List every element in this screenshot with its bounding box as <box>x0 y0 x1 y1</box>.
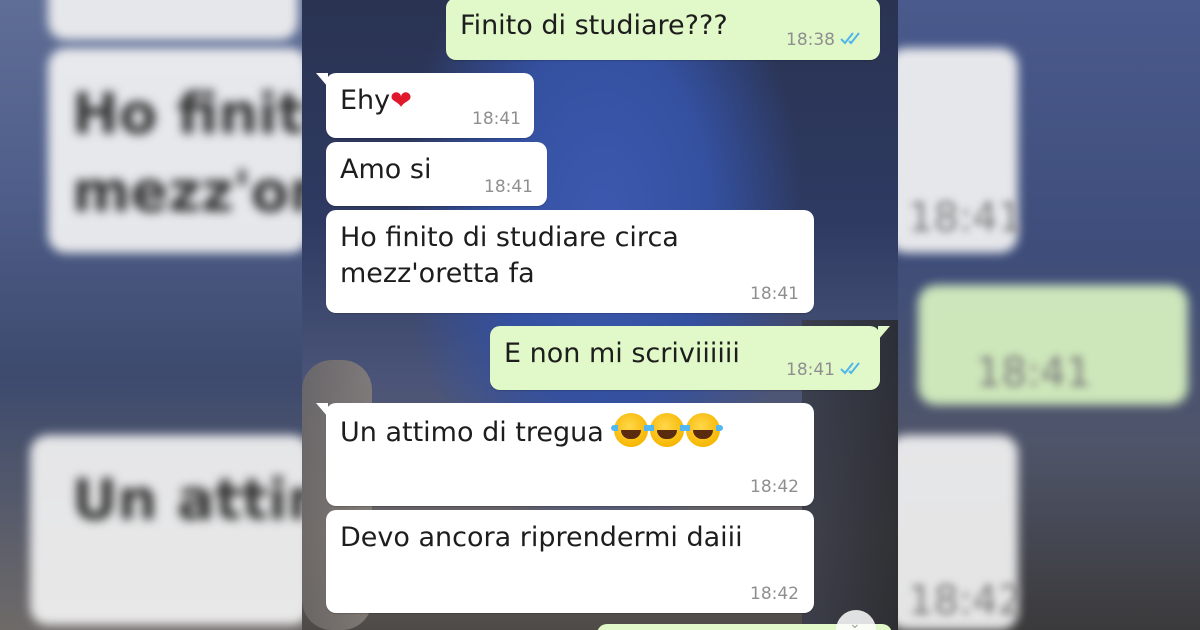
blurred-bubble <box>48 0 298 40</box>
message-time: 18:41 <box>472 109 521 129</box>
message-time: 18:41 <box>786 360 835 380</box>
blurred-background-left: Ho finito mezz'ore Un attim <box>0 0 302 630</box>
tears-of-joy-emoji <box>683 413 724 447</box>
message-text-line: Ho finito di studiare circa <box>340 222 679 253</box>
heart-emoji: ❤ <box>390 86 412 116</box>
tears-of-joy-emoji <box>647 413 688 447</box>
blurred-text: Ho finito <box>72 82 302 147</box>
blurred-time: 18:41 <box>908 195 1024 241</box>
message-time: 18:41 <box>750 284 799 304</box>
message-time: 18:41 <box>484 177 533 197</box>
incoming-message[interactable]: Un attimo di tregua 18:42 <box>316 403 814 506</box>
chevron-down-icon: ⌄ <box>849 616 861 630</box>
blurred-text: mezz'ore <box>72 160 302 225</box>
message-time: 18:42 <box>750 477 799 497</box>
bubble-tail <box>878 326 890 340</box>
incoming-message[interactable]: Ehy❤ 18:41 <box>316 73 534 138</box>
incoming-message[interactable]: Ho finito di studiare circa mezz'oretta … <box>326 210 814 313</box>
message-text: Devo ancora riprendermi daiii <box>340 522 743 553</box>
blurred-text: Un attim <box>72 468 302 533</box>
message-time: 18:38 <box>786 30 835 50</box>
bubble-tail <box>316 73 328 87</box>
chat-screenshot: Finito di studiare??? 18:38 Ehy❤ 18:41 A… <box>302 0 898 630</box>
outgoing-message[interactable]: E non mi scriviiiiii 18:41 <box>490 326 890 390</box>
message-time: 18:42 <box>750 584 799 604</box>
incoming-message[interactable]: Devo ancora riprendermi daiii 18:42 <box>326 510 814 613</box>
double-check-icon <box>840 32 860 45</box>
outgoing-message[interactable]: Finito di studiare??? 18:38 <box>446 0 880 60</box>
message-text: Un attimo di tregua <box>340 413 800 451</box>
blurred-time: 18:41 <box>976 350 1092 396</box>
message-text-line: mezz'oretta fa <box>340 258 535 289</box>
tears-of-joy-emoji <box>611 413 652 447</box>
double-check-icon <box>840 362 860 375</box>
blurred-background-right: 18:41 18:41 18:42 <box>898 0 1200 630</box>
bubble-tail <box>316 403 328 417</box>
incoming-message[interactable]: Amo si 18:41 <box>326 142 547 206</box>
blurred-time: 18:42 <box>908 578 1024 624</box>
